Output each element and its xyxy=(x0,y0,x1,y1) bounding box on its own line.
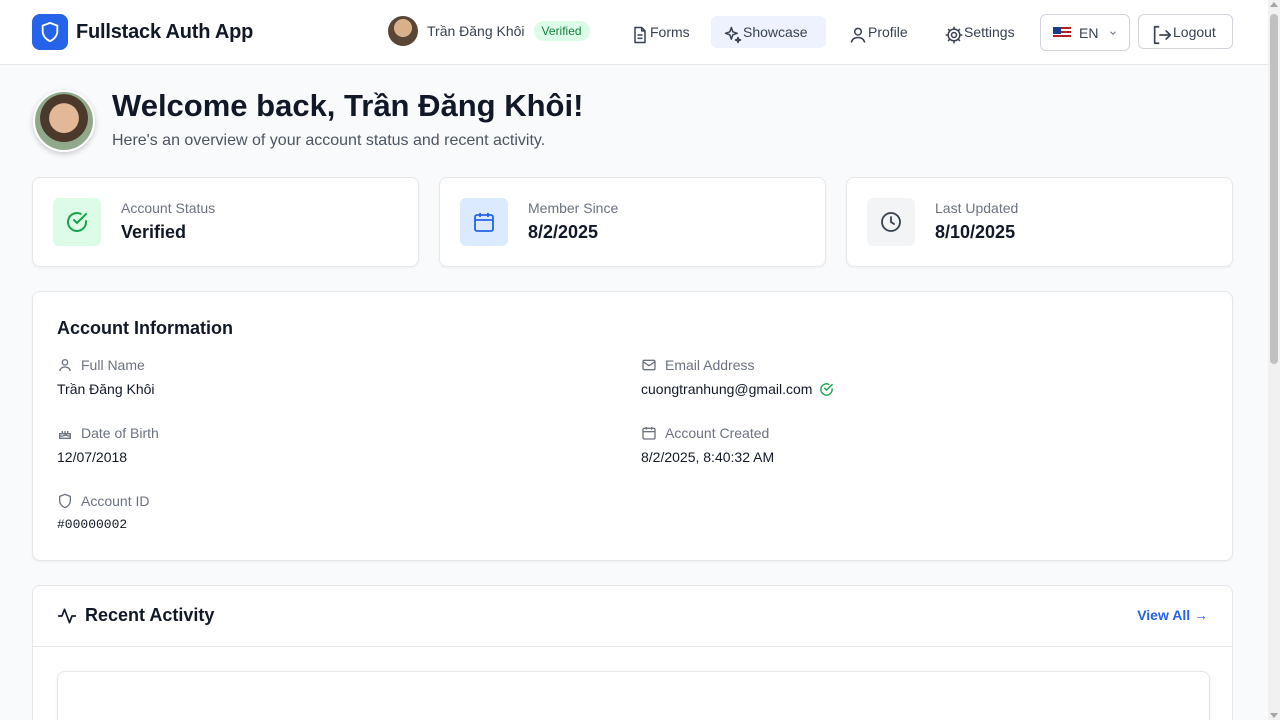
user-chip[interactable]: Trần Đăng Khôi Verified xyxy=(388,16,590,46)
email-value: cuongtranhung@gmail.com xyxy=(641,381,834,397)
brand[interactable]: Fullstack Auth App xyxy=(32,14,253,50)
nav-profile-label: Profile xyxy=(868,24,908,40)
clock-icon xyxy=(867,198,915,246)
nav-settings-label: Settings xyxy=(964,24,1015,40)
account-created-label: Account Created xyxy=(641,425,769,441)
recent-activity-title: Recent Activity xyxy=(57,605,214,626)
shield-logo-icon xyxy=(32,14,68,50)
top-navigation-bar: Fullstack Auth App Trần Đăng Khôi Verifi… xyxy=(0,0,1268,65)
account-id-value: #00000002 xyxy=(57,517,128,532)
check-circle-icon xyxy=(53,198,101,246)
welcome-title: Welcome back, Trần Đăng Khôi! xyxy=(112,88,584,123)
activity-list-container xyxy=(57,671,1210,720)
recent-activity-title-text: Recent Activity xyxy=(85,605,215,625)
verified-badge: Verified xyxy=(533,21,590,41)
header-user-name: Trần Đăng Khôi xyxy=(427,23,525,39)
logout-icon xyxy=(1153,25,1172,44)
email-verified-check-icon xyxy=(820,382,834,396)
stat-card-account-status: Account Status Verified xyxy=(32,177,419,267)
nav-forms-label: Forms xyxy=(650,24,690,40)
email-label-text: Email Address xyxy=(665,357,755,373)
mail-icon xyxy=(642,359,656,371)
sparkles-icon xyxy=(724,26,742,44)
account-info-title: Account Information xyxy=(57,318,233,338)
page-scrollbar[interactable] xyxy=(1268,0,1280,720)
full-name-value: Trần Đăng Khôi xyxy=(57,381,155,397)
activity-pulse-icon xyxy=(57,608,77,623)
stat-label: Account Status xyxy=(121,200,216,216)
logout-label: Logout xyxy=(1173,23,1216,40)
full-name-label: Full Name xyxy=(57,357,145,373)
nav-showcase[interactable]: Showcase xyxy=(711,16,826,48)
account-created-label-text: Account Created xyxy=(665,425,770,441)
gear-icon xyxy=(945,26,963,44)
nav-forms[interactable]: Forms xyxy=(618,16,702,48)
calendar-icon xyxy=(642,427,656,440)
account-information-card: Account Information Full Name Trần Đăng … xyxy=(32,291,1233,561)
app-name: Fullstack Auth App xyxy=(76,20,254,43)
dob-value: 12/07/2018 xyxy=(57,449,128,465)
scroll-down-arrow-icon[interactable] xyxy=(1270,713,1278,718)
calendar-icon xyxy=(460,198,508,246)
recent-activity-card: Recent Activity View All → xyxy=(32,585,1233,720)
nav-profile[interactable]: Profile xyxy=(836,16,920,48)
dob-label-text: Date of Birth xyxy=(81,425,159,441)
welcome-subtitle: Here's an overview of your account statu… xyxy=(112,132,546,149)
scroll-up-arrow-icon[interactable] xyxy=(1270,2,1278,7)
nav-showcase-label: Showcase xyxy=(743,24,808,40)
welcome-avatar xyxy=(33,90,95,152)
email-text: cuongtranhung@gmail.com xyxy=(641,381,813,397)
stat-card-member-since: Member Since 8/2/2025 xyxy=(439,177,826,267)
view-all-link[interactable]: View All → xyxy=(1137,607,1208,623)
email-label: Email Address xyxy=(641,357,754,373)
stat-value: 8/2/2025 xyxy=(528,222,599,242)
stat-value: Verified xyxy=(121,222,187,242)
user-avatar xyxy=(388,16,418,46)
chevron-down-icon xyxy=(1110,30,1117,35)
account-id-label-text: Account ID xyxy=(81,493,150,509)
logout-button[interactable]: Logout xyxy=(1138,14,1233,49)
full-name-label-text: Full Name xyxy=(81,357,145,373)
stat-label: Last Updated xyxy=(935,200,1019,216)
recent-activity-header: Recent Activity View All → xyxy=(33,586,1232,647)
stat-value: 8/10/2025 xyxy=(935,222,1016,242)
language-selector[interactable]: EN xyxy=(1040,14,1130,51)
account-id-label: Account ID xyxy=(57,493,149,509)
stat-card-last-updated: Last Updated 8/10/2025 xyxy=(846,177,1233,267)
us-flag-icon xyxy=(1053,26,1071,39)
language-code: EN xyxy=(1079,24,1099,41)
user-icon xyxy=(850,27,866,43)
user-icon xyxy=(59,359,71,372)
shield-icon xyxy=(59,493,71,509)
scroll-thumb[interactable] xyxy=(1270,14,1278,364)
file-text-icon xyxy=(634,26,646,44)
stat-label: Member Since xyxy=(528,200,619,216)
dob-label: Date of Birth xyxy=(57,425,159,441)
cake-icon xyxy=(59,431,71,439)
nav-settings[interactable]: Settings xyxy=(932,16,1027,48)
account-created-value: 8/2/2025, 8:40:32 AM xyxy=(641,449,775,465)
